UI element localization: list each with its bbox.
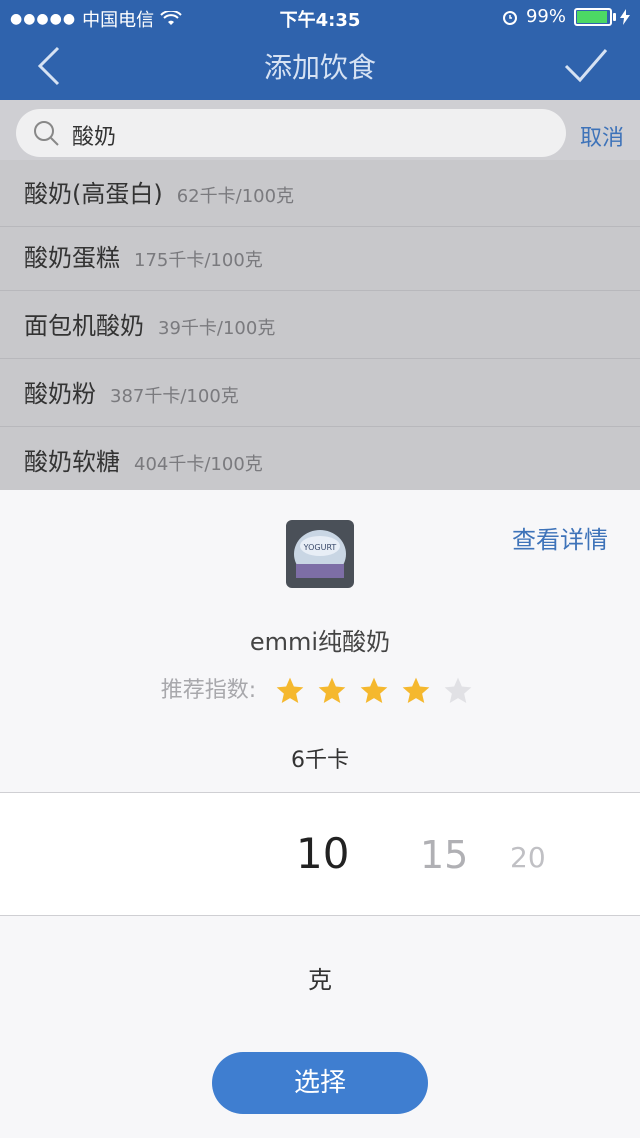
list-item[interactable]: 酸奶(高蛋白) 62千卡/100克	[0, 160, 640, 227]
calorie-value: 6千卡	[291, 748, 349, 773]
search-input[interactable]: 酸奶	[16, 109, 566, 157]
alarm-icon	[502, 10, 517, 25]
select-button[interactable]: 选择	[212, 1052, 428, 1114]
page-title: 添加饮食	[263, 51, 376, 84]
food-name: 酸奶(高蛋白)	[24, 180, 163, 208]
star-filled-icon	[276, 677, 304, 703]
cancel-button[interactable]: 取消	[580, 120, 624, 152]
navigation-bar: 添加饮食	[0, 34, 640, 100]
top-bar: ●●●●● 中国电信 下午4:35 99% 添加饮食	[0, 0, 640, 100]
list-item[interactable]: 面包机酸奶 39千卡/100克	[0, 290, 640, 359]
star-filled-icon	[360, 677, 388, 703]
food-name: 酸奶粉	[24, 380, 96, 408]
list-item[interactable]: 酸奶软糖 404千卡/100克	[0, 426, 640, 490]
view-details-link[interactable]: 查看详情	[512, 520, 608, 555]
quantity-picker[interactable]: 10 15 20	[0, 792, 640, 916]
star-filled-icon	[402, 677, 430, 703]
food-calories: 62千卡/100克	[176, 186, 295, 207]
food-calories: 404千卡/100克	[134, 454, 263, 475]
search-bar: 酸奶 取消	[0, 100, 640, 168]
image-label: YOGURT	[303, 543, 337, 552]
food-name: 酸奶蛋糕	[24, 244, 120, 272]
list-item[interactable]: 酸奶粉 387千卡/100克	[0, 358, 640, 427]
search-icon	[34, 121, 59, 146]
food-name: 酸奶软糖	[24, 448, 120, 476]
picker-value[interactable]: 15	[420, 833, 468, 877]
checkmark-icon[interactable]	[562, 46, 610, 86]
food-name: 面包机酸奶	[24, 312, 144, 340]
picker-value-selected[interactable]: 10	[296, 829, 349, 878]
picker-value[interactable]: 20	[510, 841, 546, 874]
food-calories: 39千卡/100克	[158, 318, 276, 339]
list-item[interactable]: 酸奶蛋糕 175千卡/100克	[0, 222, 640, 291]
food-calories: 387千卡/100克	[110, 386, 239, 407]
star-empty-icon	[444, 677, 472, 703]
battery-percent: 99%	[525, 6, 566, 27]
food-title: emmi纯酸奶	[249, 628, 391, 656]
result-list: 酸奶(高蛋白) 62千卡/100克 酸奶蛋糕 175千卡/100克 面包机酸奶 39千…	[0, 160, 640, 490]
food-image: YOGURT	[286, 520, 354, 588]
rating-label: 推荐指数:	[160, 678, 257, 703]
status-bar: ●●●●● 中国电信 下午4:35 99%	[0, 0, 640, 34]
food-calories: 175千卡/100克	[134, 250, 263, 271]
unit-label: 克	[308, 966, 332, 994]
rating-stars	[269, 675, 479, 707]
food-detail-sheet: 查看详情 YOGURT emmi纯酸奶 推荐指数: 6千卡 10 15 20 克…	[0, 490, 640, 1138]
rating: 推荐指数:	[0, 672, 640, 707]
search-query: 酸奶	[72, 125, 117, 150]
star-filled-icon	[318, 677, 346, 703]
battery-icon	[574, 7, 616, 26]
charging-icon	[620, 8, 630, 25]
